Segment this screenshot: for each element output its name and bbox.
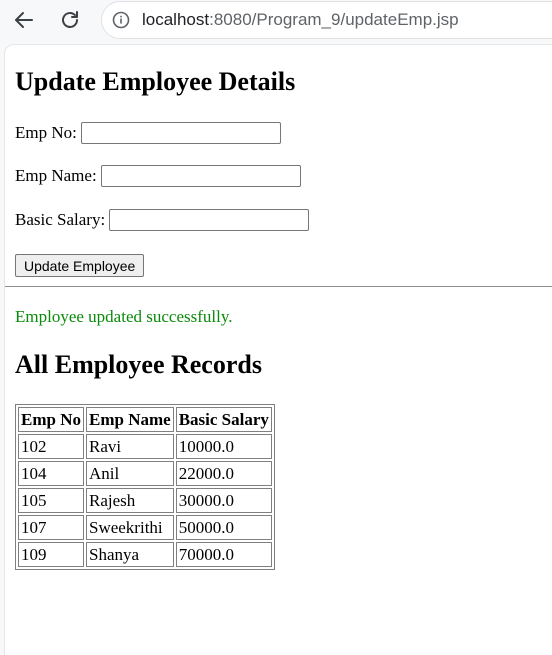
cell-salary: 30000.0 (175, 488, 272, 513)
cell-empname: Rajesh (85, 488, 174, 513)
header-salary: Basic Salary (175, 407, 272, 432)
empno-row: Emp No: (15, 122, 281, 144)
cell-empno: 109 (18, 542, 84, 567)
browser-toolbar: localhost:8080/Program_9/updateEmp.jsp (0, 0, 552, 44)
header-empname: Emp Name (85, 407, 174, 432)
cell-salary: 70000.0 (175, 542, 272, 567)
cell-salary: 10000.0 (175, 434, 272, 459)
employee-table: Emp No Emp Name Basic Salary 102 Ravi 10… (15, 404, 275, 570)
divider (5, 286, 552, 287)
cell-empno: 105 (18, 488, 84, 513)
back-button[interactable] (10, 6, 38, 34)
records-title: All Employee Records (15, 350, 262, 379)
cell-empname: Sweekrithi (85, 515, 174, 540)
table-row: 109 Shanya 70000.0 (18, 542, 272, 567)
page-viewport: Update Employee Details Emp No: Emp Name… (4, 44, 552, 655)
empname-label: Emp Name: (15, 166, 97, 185)
table-header-row: Emp No Emp Name Basic Salary (18, 407, 272, 432)
salary-label: Basic Salary: (15, 210, 106, 229)
reload-button[interactable] (56, 6, 84, 34)
url-host: localhost (142, 10, 210, 29)
url-text: localhost:8080/Program_9/updateEmp.jsp (142, 10, 459, 30)
cell-empname: Anil (85, 461, 174, 486)
table-row: 104 Anil 22000.0 (18, 461, 272, 486)
table-row: 105 Rajesh 30000.0 (18, 488, 272, 513)
success-message: Employee updated successfully. (15, 307, 233, 326)
url-path: :8080/Program_9/updateEmp.jsp (209, 10, 459, 29)
cell-empno: 107 (18, 515, 84, 540)
reload-icon (62, 11, 78, 28)
table-row: 107 Sweekrithi 50000.0 (18, 515, 272, 540)
update-employee-button[interactable]: Update Employee (15, 254, 145, 277)
salary-input[interactable] (109, 209, 310, 231)
empname-row: Emp Name: (15, 165, 301, 187)
cell-empname: Ravi (85, 434, 174, 459)
header-empno: Emp No (18, 407, 84, 432)
cell-empno: 102 (18, 434, 84, 459)
cell-empno: 104 (18, 461, 84, 486)
empno-label: Emp No: (15, 123, 77, 142)
address-bar[interactable]: localhost:8080/Program_9/updateEmp.jsp (101, 1, 552, 39)
cell-salary: 50000.0 (175, 515, 272, 540)
page-title: Update Employee Details (15, 67, 296, 96)
empname-input[interactable] (100, 165, 301, 187)
cell-empname: Shanya (85, 542, 174, 567)
salary-row: Basic Salary: (15, 209, 310, 231)
arrow-left-icon (15, 12, 33, 28)
info-icon[interactable] (112, 11, 130, 29)
empno-input[interactable] (80, 122, 281, 144)
cell-salary: 22000.0 (175, 461, 272, 486)
table-row: 102 Ravi 10000.0 (18, 434, 272, 459)
